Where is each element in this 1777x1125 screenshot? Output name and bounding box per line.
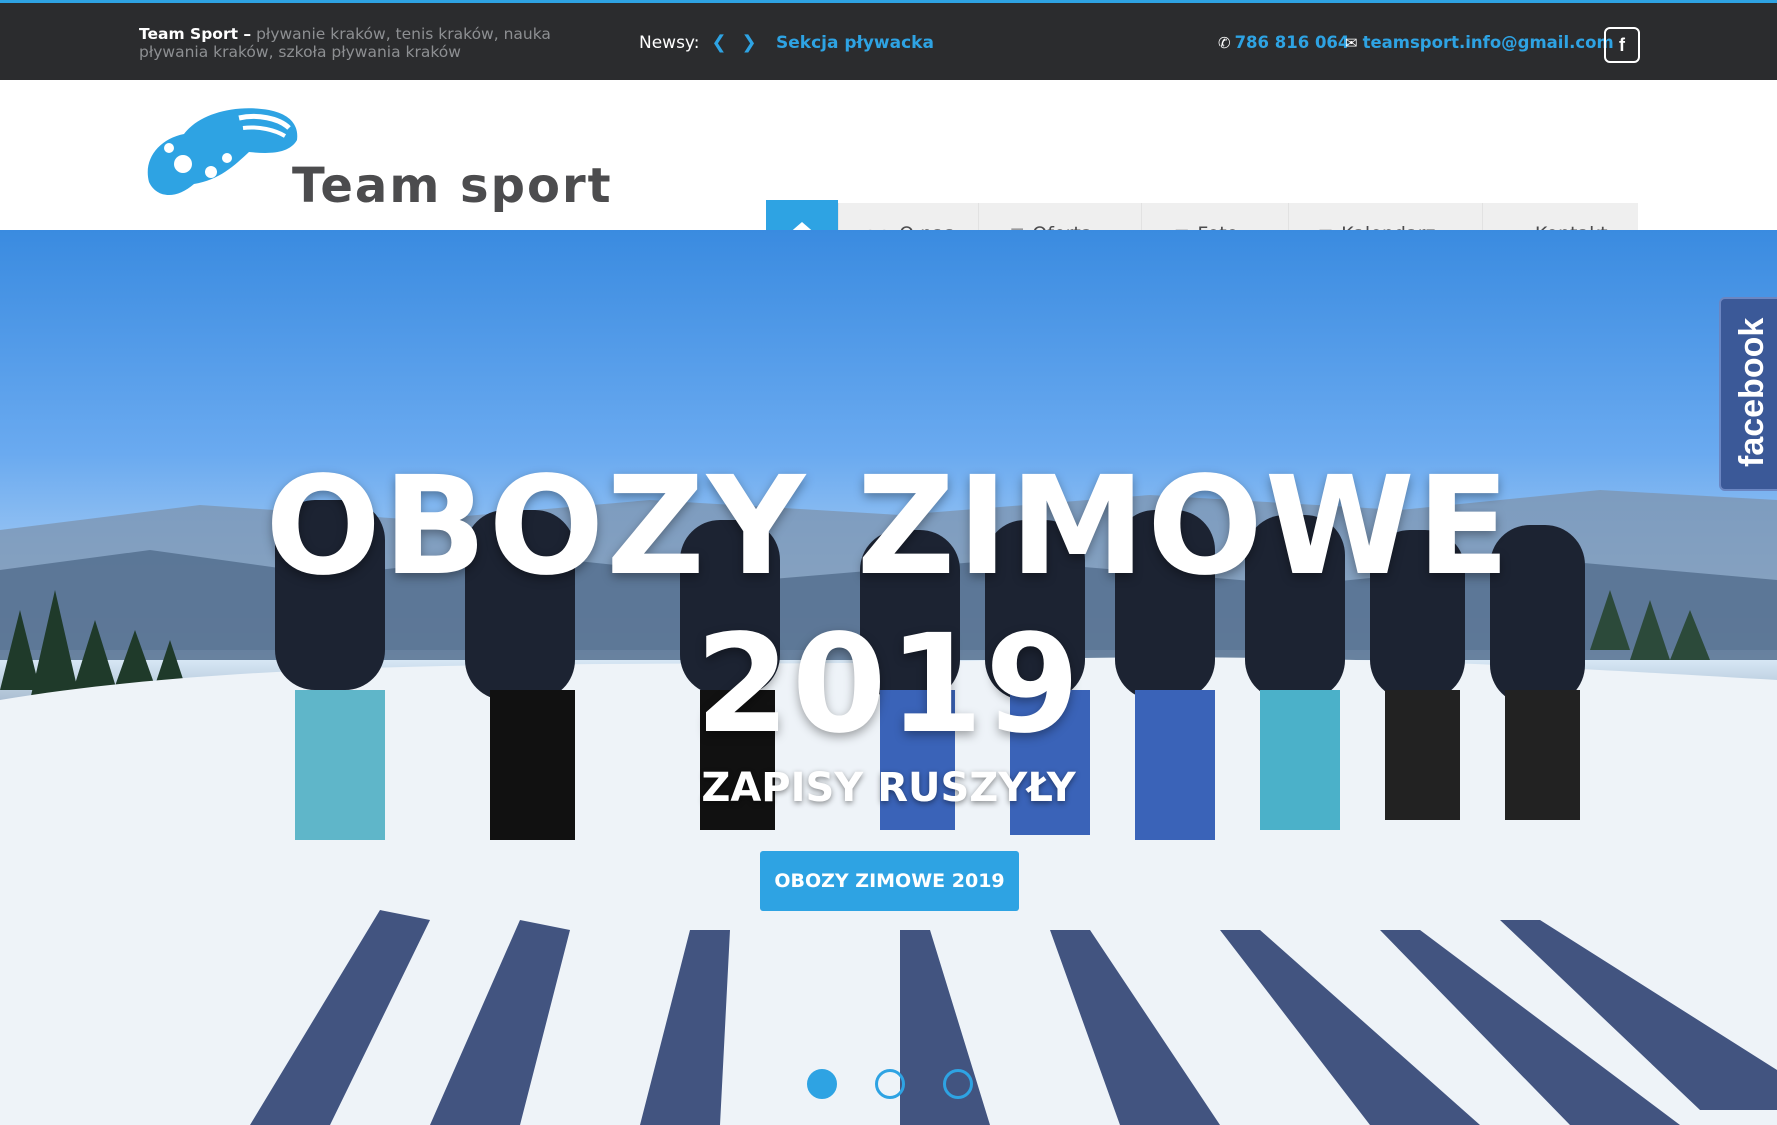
- news-next-button[interactable]: ❯: [740, 30, 758, 54]
- hero-slider: OBOZY ZIMOWE 2019 ZAPISY RUSZYŁY OBOZY Z…: [0, 230, 1777, 1125]
- site-tagline: Team Sport – pływanie kraków, tenis krak…: [139, 25, 619, 61]
- hero-title-line2: 2019: [695, 606, 1082, 764]
- facebook-side-tab[interactable]: facebook: [1719, 297, 1777, 491]
- phone-number: 786 816 064: [1234, 33, 1350, 52]
- site-header: Team sport ●● O nas ☰ Oferta ∨ ▣ Foto ∨ …: [0, 80, 1777, 270]
- chevron-left-icon: ❮: [711, 31, 727, 53]
- facebook-side-label: facebook: [1733, 317, 1771, 467]
- logo-text: Team sport: [292, 158, 613, 214]
- news-label: Newsy:: [639, 33, 700, 53]
- phone-icon: ✆: [1218, 33, 1231, 52]
- email-link[interactable]: ✉ teamsport.info@gmail.com: [1345, 33, 1614, 52]
- brand-name: Team Sport –: [139, 25, 252, 43]
- logo-mark-icon: [147, 108, 298, 196]
- news-link[interactable]: Sekcja pływacka: [776, 33, 934, 53]
- slider-dot-3[interactable]: [943, 1069, 973, 1099]
- facebook-button[interactable]: f: [1604, 27, 1640, 63]
- hero-title: OBOZY ZIMOWE 2019: [0, 448, 1777, 764]
- chevron-right-icon: ❯: [741, 31, 757, 53]
- envelope-icon: ✉: [1345, 33, 1358, 52]
- email-address: teamsport.info@gmail.com: [1362, 33, 1614, 52]
- facebook-icon: f: [1619, 34, 1625, 55]
- top-bar: Team Sport – pływanie kraków, tenis krak…: [0, 0, 1777, 80]
- hero-title-line1: OBOZY ZIMOWE: [265, 448, 1512, 606]
- phone-link[interactable]: ✆ 786 816 064: [1218, 33, 1349, 52]
- news-prev-button[interactable]: ❮: [710, 30, 728, 54]
- slider-dot-2[interactable]: [875, 1069, 905, 1099]
- hero-subtitle: ZAPISY RUSZYŁY: [701, 765, 1076, 811]
- hero-cta-button[interactable]: OBOZY ZIMOWE 2019: [760, 851, 1019, 911]
- slider-dot-1[interactable]: [807, 1069, 837, 1099]
- slider-pagination: [807, 1069, 973, 1099]
